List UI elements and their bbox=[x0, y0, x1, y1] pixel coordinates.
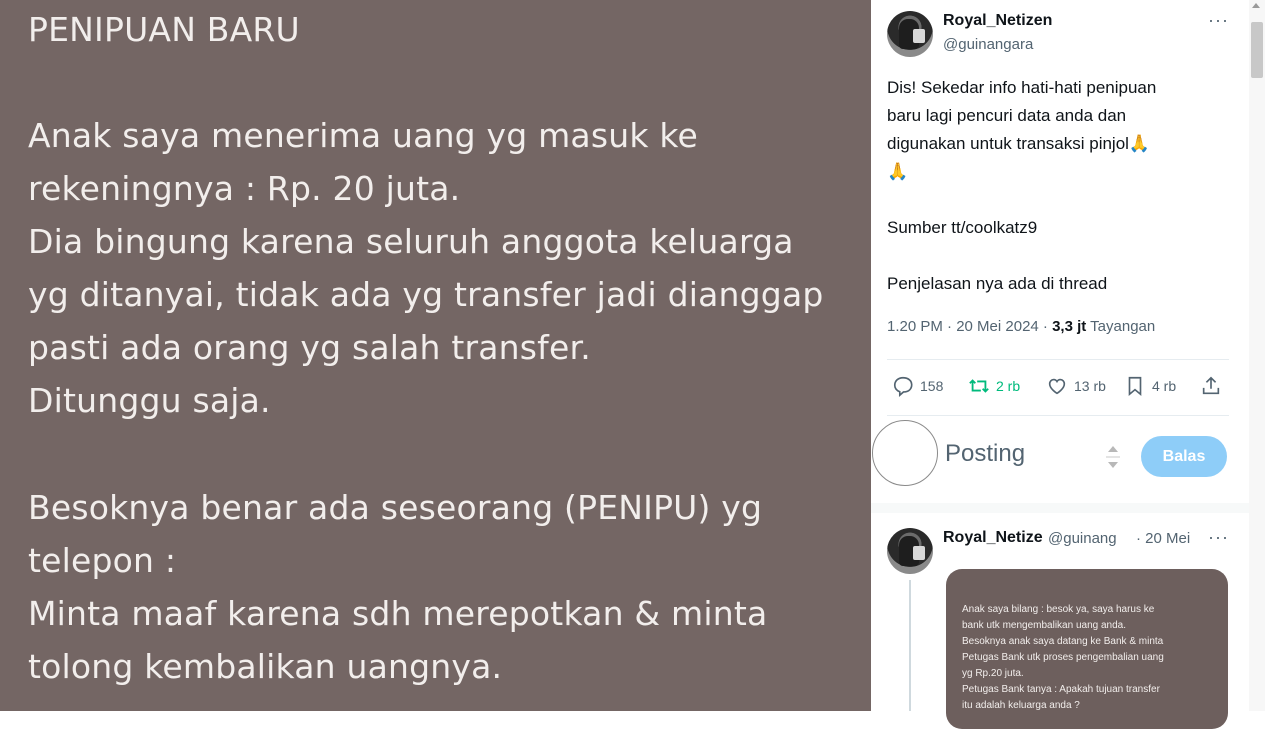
reply-media-text-line: Anak saya bilang : besok ya, saya harus … bbox=[962, 604, 1155, 615]
media-text-line: Dia bingung karena seluruh anggota kelua… bbox=[28, 222, 794, 261]
views-label: Tayangan bbox=[1086, 318, 1156, 335]
reply-author-name[interactable]: Royal_Netize bbox=[943, 529, 1044, 547]
tweet-meta: 1.20 PM · 20 Mei 2024 · 3,3 jt Tayangan bbox=[887, 318, 1155, 335]
more-options-icon[interactable]: ··· bbox=[1208, 10, 1229, 31]
author-name[interactable]: Royal_Netizen bbox=[943, 12, 1052, 30]
divider bbox=[887, 415, 1229, 416]
avatar[interactable] bbox=[887, 528, 933, 574]
tweet-text-line: 🙏 bbox=[887, 162, 909, 181]
reply-avatar[interactable] bbox=[872, 420, 938, 486]
media-text-line: pasti ada orang yg salah transfer. bbox=[28, 328, 591, 367]
avatar[interactable] bbox=[887, 11, 933, 57]
reply-count: 158 bbox=[920, 378, 944, 394]
reply-date[interactable]: · 20 Mei bbox=[1136, 530, 1190, 547]
media-text-line: yg ditanyai, tidak ada yg transfer jadi … bbox=[28, 275, 824, 314]
tweet-text-line: digunakan untuk transaksi pinjol🙏 bbox=[887, 134, 1151, 153]
reply-icon bbox=[893, 376, 913, 397]
bookmark-count: 4 rb bbox=[1152, 378, 1177, 394]
reply-media-image[interactable]: Anak saya bilang : besok ya, saya harus … bbox=[946, 569, 1228, 729]
reply-media-text-line: Petugas Bank tanya : Apakah tujuan trans… bbox=[962, 684, 1160, 695]
retweet-count: 2 rb bbox=[996, 378, 1021, 394]
share-button[interactable] bbox=[1200, 374, 1222, 398]
like-count: 13 rb bbox=[1074, 378, 1106, 394]
bookmark-button[interactable]: 4 rb bbox=[1124, 374, 1176, 398]
thread-connector bbox=[909, 580, 911, 711]
reply-media-text-line: itu adalah keluarga anda ? bbox=[962, 700, 1080, 711]
tweet-text-line: Sumber tt/coolkatz9 bbox=[887, 218, 1038, 237]
media-text-line: telepon : bbox=[28, 541, 177, 580]
reply-button[interactable]: 158 bbox=[892, 374, 943, 398]
like-icon bbox=[1048, 378, 1066, 395]
tweet-media-image[interactable]: PENIPUAN BARU Anak saya menerima uang yg… bbox=[0, 0, 871, 711]
reply-author-handle[interactable]: @guinang bbox=[1048, 530, 1136, 547]
views-count: 3,3 jt bbox=[1052, 318, 1087, 335]
scrollbar-track[interactable] bbox=[1249, 0, 1265, 711]
resize-stepper-icon[interactable] bbox=[1100, 440, 1126, 474]
section-separator bbox=[871, 503, 1249, 513]
scrollbar-thumb[interactable] bbox=[1251, 22, 1263, 78]
tweet-text-line: Penjelasan nya ada di thread bbox=[887, 274, 1108, 293]
media-text-line: Ditunggu saja. bbox=[28, 381, 271, 420]
reply-media-text-line: Besoknya anak saya datang ke Bank & mint… bbox=[962, 636, 1164, 647]
media-text-line: Minta maaf karena sdh merepotkan & minta bbox=[28, 594, 768, 633]
like-button[interactable]: 13 rb bbox=[1046, 374, 1106, 398]
media-text-line: tolong kembalikan uangnya. bbox=[28, 647, 503, 686]
bookmark-icon bbox=[1128, 376, 1142, 397]
reply-media-text-line: bank utk mengembalikan uang anda. bbox=[962, 620, 1127, 631]
media-text-line: Besoknya benar ada seseorang (PENIPU) yg bbox=[28, 488, 763, 527]
media-text-line: PENIPUAN BARU bbox=[28, 10, 300, 49]
reply-media-text-line: Petugas Bank utk proses pengembalian uan… bbox=[962, 652, 1164, 663]
tweet-text-line: baru lagi pencuri data anda dan bbox=[887, 106, 1127, 125]
reply-submit-button[interactable]: Balas bbox=[1141, 436, 1227, 477]
media-text-line: rekeningnya : Rp. 20 juta. bbox=[28, 169, 461, 208]
more-options-icon[interactable]: ··· bbox=[1208, 527, 1229, 548]
tweet-text-line: Dis! Sekedar info hati-hati penipuan bbox=[887, 78, 1157, 97]
divider bbox=[887, 359, 1229, 360]
retweet-icon bbox=[969, 379, 989, 393]
scroll-up-arrow-icon[interactable] bbox=[1252, 3, 1260, 8]
retweet-button[interactable]: 2 rb bbox=[968, 374, 1020, 398]
media-text-line: Anak saya menerima uang yg masuk ke bbox=[28, 116, 698, 155]
share-icon bbox=[1202, 376, 1220, 395]
tweet-timestamp[interactable]: 1.20 PM · 20 Mei 2024 · bbox=[887, 318, 1052, 335]
reply-input[interactable]: Posting bbox=[945, 440, 1025, 468]
reply-media-text-line: yg Rp.20 juta. bbox=[962, 668, 1024, 679]
author-handle[interactable]: @guinangara bbox=[943, 36, 1033, 53]
